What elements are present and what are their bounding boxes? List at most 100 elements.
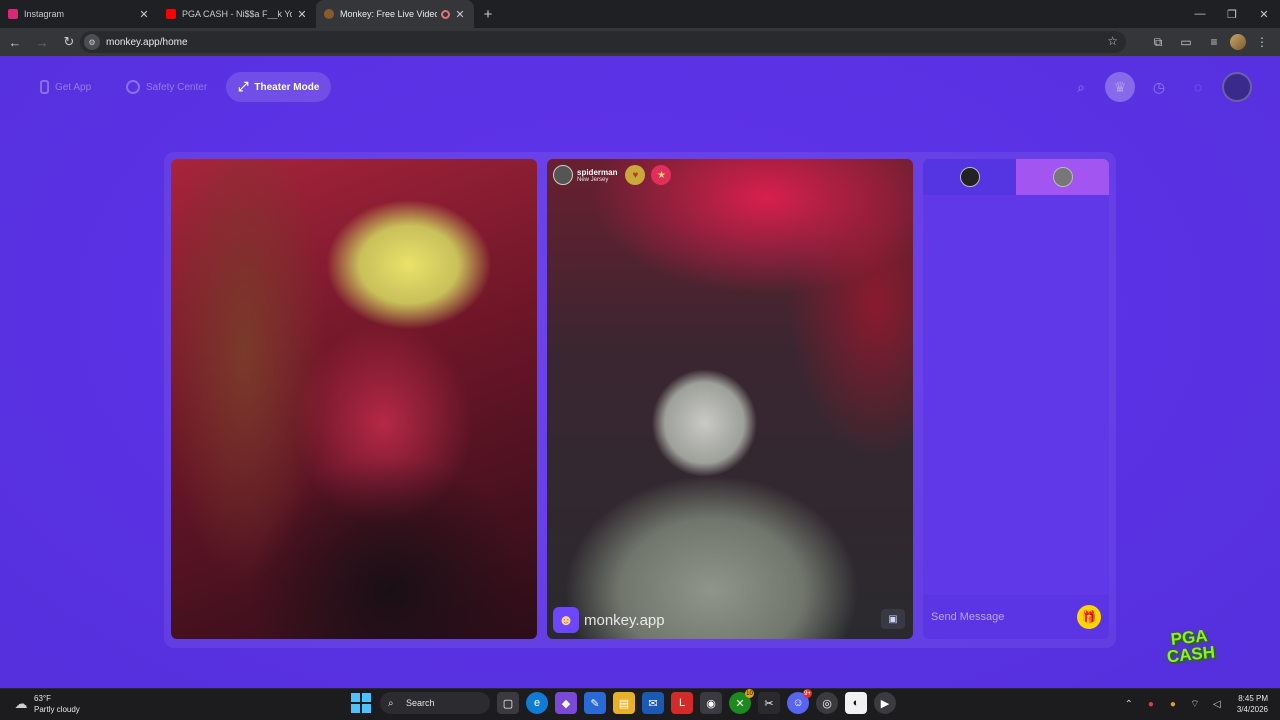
pen-icon[interactable]: ✎: [584, 692, 606, 714]
xbox-icon[interactable]: ✕ 10: [729, 689, 754, 714]
address-bar[interactable]: ⚙ monkey.app/home ☆: [80, 31, 1126, 53]
edge-icon[interactable]: e: [526, 692, 548, 714]
microphone-icon[interactable]: ●: [1165, 694, 1181, 714]
top-right-actions: ⌕ ♛ ◷ ◌: [1057, 72, 1252, 102]
shield-icon: [126, 80, 140, 94]
search-icon[interactable]: ⌕: [1066, 72, 1096, 102]
remote-user-chip[interactable]: spiderman New Jersey ♥ ★: [553, 165, 672, 185]
remote-user-location: New Jersey: [577, 176, 609, 183]
theater-mode-button[interactable]: ⤢ Theater Mode: [226, 72, 332, 102]
remote-user-avatar[interactable]: [553, 165, 573, 185]
safety-center-button[interactable]: Safety Center: [126, 72, 207, 102]
watermark: ☻ monkey.app: [553, 607, 665, 633]
back-icon[interactable]: ←: [3, 30, 27, 54]
chat-panel: 🎁: [923, 159, 1109, 639]
forward-icon[interactable]: →: [30, 30, 54, 54]
instagram-icon: [8, 9, 18, 19]
file-explorer-icon[interactable]: ▤: [613, 692, 635, 714]
media-player-icon[interactable]: ▶: [874, 692, 896, 714]
remote-video: spiderman New Jersey ♥ ★ ☻ monkey.app ▣: [547, 159, 913, 639]
reload-icon[interactable]: ↻: [57, 30, 81, 54]
discord-icon[interactable]: ☺ 9+: [787, 689, 812, 714]
cast-icon[interactable]: ▭: [1174, 30, 1198, 54]
local-video: [171, 159, 537, 639]
close-icon[interactable]: ✕: [138, 8, 150, 21]
system-tray: ⌃ ● ● ⌔ ◁ 8:45 PM 3/4/2026: [1115, 693, 1268, 715]
recording-icon: [441, 9, 450, 19]
toolbar-actions: ⧉ ▭ ≡ ⋮: [1142, 30, 1274, 54]
obs-icon[interactable]: ◎: [816, 692, 838, 714]
monkey-logo-icon: ☻: [553, 607, 579, 633]
history-icon[interactable]: ◷: [1144, 72, 1174, 102]
monkey-icon: [324, 9, 334, 19]
capcut-icon[interactable]: ✂: [758, 692, 780, 714]
chat-tab-partner[interactable]: [1016, 159, 1109, 195]
tab-instagram[interactable]: Instagram ✕: [0, 0, 158, 28]
app-tray-icon[interactable]: ●: [1143, 694, 1159, 714]
chevron-up-icon[interactable]: ⌃: [1121, 694, 1137, 714]
tab-pga-cash[interactable]: PGA CASH - Ni$$a F__k You Fr ✕: [158, 0, 316, 28]
tab-title: Instagram: [24, 9, 65, 19]
theater-mode-label: Theater Mode: [254, 81, 320, 93]
youtube-icon: [166, 9, 176, 19]
self-avatar: [959, 167, 980, 187]
bookmark-star-icon[interactable]: ☆: [1107, 34, 1118, 48]
watermark-text: monkey.app: [584, 611, 665, 629]
volume-icon[interactable]: ◁: [1209, 694, 1225, 714]
outlook-icon[interactable]: ✉: [642, 692, 664, 714]
chrome-icon[interactable]: ◉: [700, 692, 722, 714]
user-avatar[interactable]: [1222, 72, 1252, 102]
profile-avatar[interactable]: [1230, 34, 1246, 50]
pga-cash-overlay-logo: PGA CASH: [1158, 605, 1222, 686]
url-text[interactable]: monkey.app/home: [106, 37, 188, 48]
weather-widget[interactable]: ☁ 63°F Partly cloudy: [12, 693, 80, 715]
davinci-icon[interactable]: ◐: [845, 692, 867, 714]
task-view-icon[interactable]: ▢: [497, 692, 519, 714]
tab-monkey[interactable]: Monkey: Free Live Video Ch ✕: [316, 0, 474, 28]
remote-user-name: spiderman: [577, 167, 618, 177]
site-info-icon[interactable]: ⚙: [84, 34, 100, 50]
safety-center-label: Safety Center: [146, 81, 208, 93]
get-app-label: Get App: [55, 81, 92, 93]
chat-tab-self[interactable]: [923, 159, 1016, 195]
medal-icon[interactable]: ★: [651, 165, 672, 185]
taskbar-apps: ⌕ Search ▢ e ◆ ✎ ▤ ✉ L ◉ ✕ 10 ✂ ☺ 9+ ◎ ◐ ▶: [350, 689, 896, 714]
search-label: Search: [406, 698, 435, 708]
message-input[interactable]: [931, 611, 1071, 623]
tab-title: Monkey: Free Live Video Ch: [340, 9, 437, 19]
monkey-page: Get App Safety Center ⤢ Theater Mode ⌕ ♛…: [0, 56, 1280, 688]
heart-icon[interactable]: ♥: [625, 165, 646, 185]
clock[interactable]: 8:45 PM 3/4/2026: [1237, 693, 1268, 715]
minimize-icon[interactable]: —: [1184, 0, 1216, 28]
chat-bubble-icon[interactable]: ◌: [1183, 72, 1213, 102]
chat-tabs: [923, 159, 1109, 195]
new-tab-button[interactable]: +: [478, 0, 498, 28]
weather-temp: 63°F: [34, 694, 51, 703]
menu-icon[interactable]: ⋮: [1250, 30, 1274, 54]
gift-icon[interactable]: 🎁: [1077, 605, 1101, 629]
browser-toolbar: ← → ↻ ⚙ monkey.app/home ☆ ⧉ ▭ ≡ ⋮: [0, 28, 1280, 56]
logo-line-2: CASH: [1165, 642, 1216, 667]
clock-date: 3/4/2026: [1236, 705, 1268, 714]
copilot-icon[interactable]: ◆: [555, 692, 577, 714]
windows-start-icon[interactable]: [350, 692, 372, 714]
close-window-icon[interactable]: ✕: [1248, 0, 1280, 28]
taskbar-search[interactable]: ⌕ Search: [380, 692, 490, 714]
captions-icon[interactable]: ▣: [881, 609, 905, 629]
cloud-icon: ☁: [14, 696, 28, 711]
expand-icon: ⤢: [238, 79, 249, 94]
browser-tab-bar: Instagram ✕ PGA CASH - Ni$$a F__k You Fr…: [0, 0, 1280, 28]
weather-desc: Partly cloudy: [34, 705, 80, 714]
wifi-icon[interactable]: ⌔: [1187, 694, 1203, 714]
chat-input-row: 🎁: [923, 595, 1109, 639]
extensions-icon[interactable]: ⧉: [1146, 30, 1170, 54]
crown-icon[interactable]: ♛: [1105, 72, 1135, 102]
phone-icon: [40, 80, 49, 94]
media-control-icon[interactable]: ≡: [1202, 30, 1226, 54]
app-l-icon[interactable]: L: [671, 692, 693, 714]
close-icon[interactable]: ✕: [454, 8, 466, 21]
get-app-button[interactable]: Get App: [40, 72, 91, 102]
restore-icon[interactable]: ❐: [1216, 0, 1248, 28]
windows-taskbar: ☁ 63°F Partly cloudy ⌕ Search ▢ e ◆ ✎ ▤ …: [0, 688, 1280, 720]
close-icon[interactable]: ✕: [296, 8, 308, 21]
